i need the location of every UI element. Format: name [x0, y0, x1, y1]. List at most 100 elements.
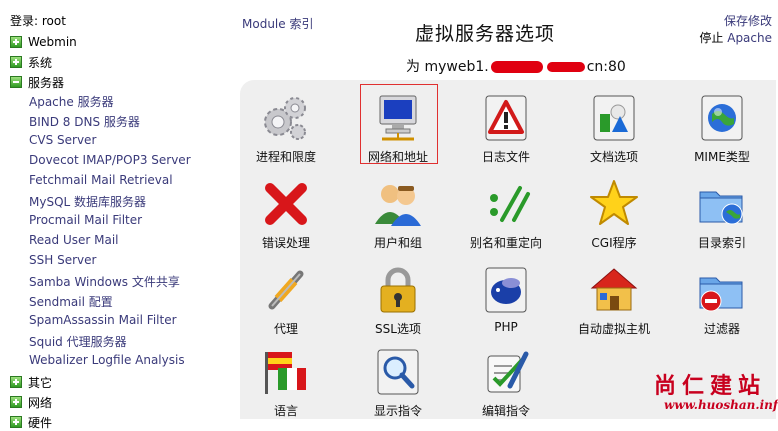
log-warning-icon: [480, 92, 532, 144]
sidebar-item-spamassassin[interactable]: SpamAssassin Mail Filter: [29, 313, 177, 327]
flags-icon: [260, 346, 312, 398]
option-label: CGI程序: [591, 236, 637, 250]
option-label: 错误处理: [261, 236, 310, 250]
option-php[interactable]: PHP: [455, 264, 557, 334]
option-mime-types[interactable]: MIME类型: [671, 92, 773, 165]
watermark-url: www.huoshan.info: [664, 398, 778, 412]
sidebar-item-apache[interactable]: Apache 服务器: [29, 93, 114, 110]
mime-globe-icon: [696, 92, 748, 144]
option-label: 代理: [273, 322, 298, 336]
option-label: 过滤器: [703, 322, 740, 336]
option-label: 日志文件: [481, 150, 530, 164]
option-auto-vhosts[interactable]: 自动虚拟主机: [563, 264, 665, 337]
option-show-directives[interactable]: 显示指令: [347, 346, 449, 419]
sidebar-item-sendmail[interactable]: Sendmail 配置: [29, 293, 113, 310]
folder-globe-icon: [696, 178, 748, 230]
option-aliases-redirects[interactable]: 别名和重定向: [455, 178, 557, 251]
sidebar: 登录: root Webmin 系统 服务器 Apache 服务器 BIND 8…: [0, 0, 230, 430]
option-label: 编辑指令: [481, 404, 530, 418]
sidebar-category-system[interactable]: 系统: [10, 53, 52, 71]
watermark-logo: 尚仁建站: [654, 374, 767, 399]
sidebar-category-webmin[interactable]: Webmin: [10, 33, 77, 51]
sidebar-category-others[interactable]: 其它: [10, 373, 52, 391]
option-network-address[interactable]: 网络和地址: [347, 92, 449, 165]
expand-icon: [10, 36, 22, 48]
sidebar-item-mysql[interactable]: MySQL 数据库服务器: [29, 193, 146, 210]
option-directory-index[interactable]: 目录索引: [671, 178, 773, 251]
option-label: 网络和地址: [367, 150, 428, 164]
option-error-handling[interactable]: 错误处理: [235, 178, 337, 251]
alias-icon: [480, 178, 532, 230]
sidebar-category-label: 服务器: [28, 75, 65, 90]
option-processes[interactable]: 进程和限度: [235, 92, 337, 165]
sidebar-item-dovecot[interactable]: Dovecot IMAP/POP3 Server: [29, 153, 191, 167]
option-filters[interactable]: 过滤器: [671, 264, 773, 337]
module-index-link[interactable]: Module 索引: [242, 15, 313, 32]
collapse-icon: [10, 76, 22, 88]
option-label: MIME类型: [694, 150, 750, 164]
login-label: 登录: root: [10, 14, 66, 28]
sidebar-item-bind[interactable]: BIND 8 DNS 服务器: [29, 113, 140, 130]
error-x-icon: [260, 178, 312, 230]
stop-apache-link[interactable]: Apache: [727, 31, 772, 45]
option-label: 显示指令: [373, 404, 422, 418]
option-label: SSL选项: [375, 322, 421, 336]
padlock-icon: [372, 264, 424, 316]
proxy-icon: [260, 264, 312, 316]
redaction-mark: [546, 62, 585, 72]
sidebar-category-network[interactable]: 网络: [10, 393, 52, 411]
network-computer-icon: [372, 92, 424, 144]
expand-icon: [10, 416, 22, 428]
option-label: 目录索引: [697, 236, 746, 250]
option-log-files[interactable]: 日志文件: [455, 92, 557, 165]
server-name-start: myweb1.: [424, 59, 489, 75]
sidebar-item-read-user-mail[interactable]: Read User Mail: [29, 233, 119, 247]
option-cgi-programs[interactable]: CGI程序: [563, 178, 665, 251]
option-proxy[interactable]: 代理: [235, 264, 337, 337]
option-label: 文档选项: [589, 150, 638, 164]
option-label: 别名和重定向: [469, 236, 542, 250]
sidebar-category-label: Webmin: [28, 35, 77, 49]
save-changes-link[interactable]: 保存修改: [724, 14, 772, 28]
sidebar-item-cvs[interactable]: CVS Server: [29, 133, 96, 147]
expand-icon: [10, 376, 22, 388]
option-label: 用户和组: [373, 236, 422, 250]
server-prefix: 为: [406, 59, 420, 75]
header-actions: 保存修改 停止 Apache: [699, 13, 772, 47]
server-name-end: cn:80: [586, 59, 626, 75]
sidebar-item-procmail[interactable]: Procmail Mail Filter: [29, 213, 142, 227]
sidebar-item-squid[interactable]: Squid 代理服务器: [29, 333, 127, 350]
option-languages[interactable]: 语言: [235, 346, 337, 419]
option-ssl[interactable]: SSL选项: [347, 264, 449, 337]
option-document-options[interactable]: 文档选项: [563, 92, 665, 165]
sidebar-category-label: 网络: [28, 395, 53, 410]
gears-icon: [260, 92, 312, 144]
option-edit-directives[interactable]: 编辑指令: [455, 346, 557, 419]
option-label: 语言: [273, 404, 298, 418]
sidebar-item-webalizer[interactable]: Webalizer Logfile Analysis: [29, 353, 185, 367]
expand-icon: [10, 396, 22, 408]
sidebar-item-fetchmail[interactable]: Fetchmail Mail Retrieval: [29, 173, 173, 187]
sidebar-category-label: 硬件: [28, 415, 53, 430]
option-users-groups[interactable]: 用户和组: [347, 178, 449, 251]
sidebar-category-label: 系统: [28, 55, 53, 70]
server-subtitle: 为 myweb1. cn:80: [406, 56, 626, 76]
expand-icon: [10, 56, 22, 68]
star-icon: [588, 178, 640, 230]
redaction-mark: [490, 61, 543, 73]
users-icon: [372, 178, 424, 230]
sidebar-category-hardware[interactable]: 硬件: [10, 413, 52, 431]
edit-icon: [480, 346, 532, 398]
option-label: PHP: [494, 320, 518, 334]
sidebar-item-samba[interactable]: Samba Windows 文件共享: [29, 273, 180, 290]
document-options-icon: [588, 92, 640, 144]
magnifier-icon: [372, 346, 424, 398]
folder-filter-icon: [696, 264, 748, 316]
sidebar-item-ssh[interactable]: SSH Server: [29, 253, 96, 267]
sidebar-category-label: 其它: [28, 375, 53, 390]
stop-label: 停止: [699, 31, 724, 45]
house-icon: [588, 264, 640, 316]
option-label: 自动虚拟主机: [577, 322, 650, 336]
option-label: 进程和限度: [255, 150, 316, 164]
sidebar-category-servers[interactable]: 服务器: [10, 73, 64, 91]
